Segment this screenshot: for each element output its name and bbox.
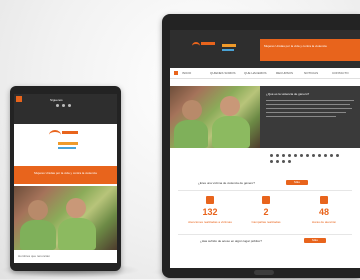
facebook-icon[interactable] <box>56 104 59 107</box>
tablet-logo-partner-sub <box>222 49 234 51</box>
question-more-button[interactable]: Más <box>286 180 308 185</box>
tablet-screen: Mujeres Unidas por la vida y contra la v… <box>170 30 360 268</box>
phone-hero-photo <box>14 186 117 250</box>
phone-logo-area <box>14 124 117 164</box>
stat-3-caption: Horas de atención <box>311 220 337 224</box>
nav-item-5[interactable]: NOTICIAS <box>304 71 328 75</box>
phone-banner-text: Mujeres Unidas por la vida y contra la v… <box>34 171 97 175</box>
tablet-pagination <box>270 154 360 166</box>
tablet-header-banner: Mujeres Unidas por la vida y contra la v… <box>260 39 360 61</box>
nav-item-4[interactable]: RECURSOS <box>276 71 300 75</box>
youtube-icon[interactable] <box>68 104 71 107</box>
stat-2-value: 2 <box>263 207 269 217</box>
document-icon <box>262 196 270 204</box>
section-divider <box>178 190 352 191</box>
tablet-article-line-4 <box>266 112 346 113</box>
phone-banner: Mujeres Unidas por la vida y contra la v… <box>14 166 117 184</box>
phone-logo-partner <box>58 142 78 145</box>
tablet-article-panel: ¿Qué es la violencia de género? <box>260 86 360 148</box>
phone-logo-swoosh <box>49 130 61 140</box>
stat-3-value: 48 <box>318 207 329 217</box>
tablet-article-line-2 <box>266 104 350 105</box>
tablet-nav: INICIO QUIENES SOMOS QUE HACEMOS RECURSO… <box>170 68 360 79</box>
phone-header-caption: Síguenos <box>50 98 63 102</box>
stat-1-value: 132 <box>202 207 218 217</box>
footer-more-button[interactable]: Más <box>304 238 326 243</box>
tablet-device: Mujeres Unidas por la vida y contra la v… <box>162 14 360 278</box>
footer-divider <box>178 234 352 235</box>
phone-footer-text: Hombres que renuncian <box>18 254 51 258</box>
phone-device: Síguenos Mujeres Unidas por la vida y co… <box>10 86 121 271</box>
tablet-logo-partner <box>222 44 236 47</box>
tablet-article-line-1 <box>266 100 354 101</box>
tablet-footer-question: ¿Has sufrido de acoso en algún lugar púb… <box>200 239 262 243</box>
phone-logo-text <box>62 131 78 134</box>
tablet-article-line-5 <box>266 116 336 117</box>
twitter-icon[interactable] <box>62 104 65 107</box>
stat-1-caption: Atenciones realizadas a víctimas <box>188 220 232 224</box>
phone-topbar: Síguenos <box>14 94 117 124</box>
tablet-article-line-3 <box>266 108 352 109</box>
calendar-icon <box>206 196 214 204</box>
stat-2-caption: Campañas realizadas <box>251 220 281 224</box>
tablet-header-text: Mujeres Unidas por la vida y contra la v… <box>264 44 327 48</box>
phone-screen: Síguenos Mujeres Unidas por la vida y co… <box>14 94 117 263</box>
phone-logo-partner-sub <box>58 147 76 149</box>
tablet-hero-photo <box>170 86 260 148</box>
tablet-header: Mujeres Unidas por la vida y contra la v… <box>170 30 360 68</box>
menu-icon[interactable] <box>16 96 22 102</box>
home-icon[interactable] <box>174 71 178 75</box>
hourglass-icon <box>320 196 328 204</box>
nav-item-1[interactable]: INICIO <box>182 71 206 75</box>
tablet-question: ¿Eres una víctima de violencia de género… <box>198 181 255 185</box>
nav-item-6[interactable]: CONTACTO <box>332 71 358 75</box>
tablet-logo-text <box>201 42 215 45</box>
nav-item-3[interactable]: QUE HACEMOS <box>244 71 272 75</box>
tablet-home-button[interactable] <box>254 270 274 275</box>
tablet-article-title: ¿Qué es la violencia de género? <box>266 92 310 96</box>
tablet-logo-swoosh <box>192 42 200 50</box>
nav-item-2[interactable]: QUIENES SOMOS <box>210 71 240 75</box>
